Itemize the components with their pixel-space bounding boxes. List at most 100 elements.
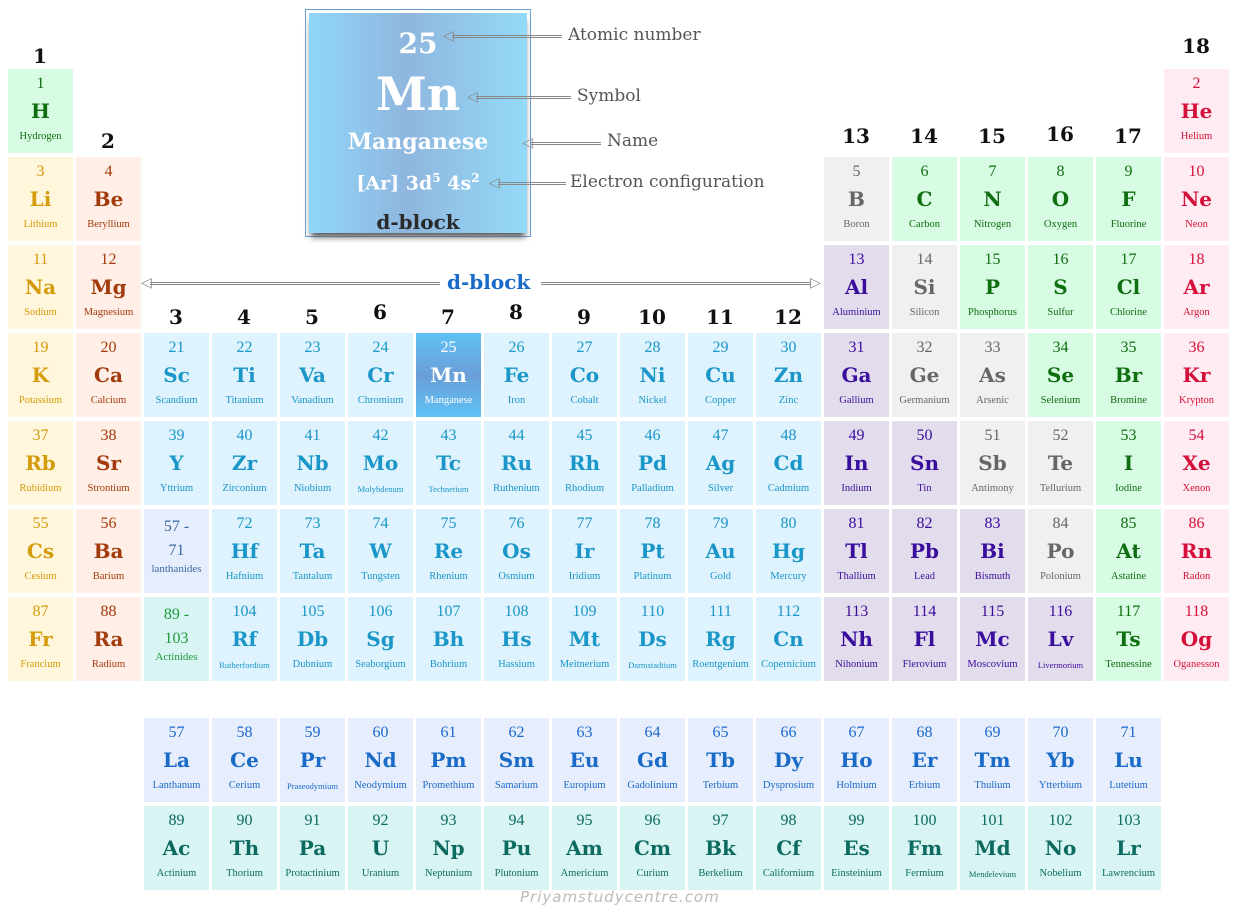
element-cell-rn[interactable]: 86 Rn Radon: [1164, 509, 1229, 593]
element-cell-og[interactable]: 118 Og Oganesson: [1164, 597, 1229, 681]
element-cell-p[interactable]: 15 P Phosphorus: [960, 245, 1025, 329]
element-cell-rg[interactable]: 111 Rg Roentgenium: [688, 597, 753, 681]
element-cell-br[interactable]: 35 Br Bromine: [1096, 333, 1161, 417]
element-cell-li[interactable]: 3 Li Lithium: [8, 157, 73, 241]
element-cell-ta[interactable]: 73 Ta Tantalum: [280, 509, 345, 593]
element-cell-o[interactable]: 8 O Oxygen: [1028, 157, 1093, 241]
element-cell-sr[interactable]: 38 Sr Strontium: [76, 421, 141, 505]
element-cell-cu[interactable]: 29 Cu Copper: [688, 333, 753, 417]
element-cell-er[interactable]: 68 Er Erbium: [892, 718, 957, 802]
element-cell-sc[interactable]: 21 Sc Scandium: [144, 333, 209, 417]
element-cell-i[interactable]: 53 I Iodine: [1096, 421, 1161, 505]
element-cell-n[interactable]: 7 N Nitrogen: [960, 157, 1025, 241]
element-cell-ra[interactable]: 88 Ra Radium: [76, 597, 141, 681]
element-cell-ba[interactable]: 56 Ba Barium: [76, 509, 141, 593]
element-cell-ac[interactable]: 89 Ac Actinium: [144, 806, 209, 890]
element-cell-gd[interactable]: 64 Gd Gadolinium: [620, 718, 685, 802]
element-cell-ar[interactable]: 18 Ar Argon: [1164, 245, 1229, 329]
element-cell-ti[interactable]: 22 Ti Titanium: [212, 333, 277, 417]
element-cell-po[interactable]: 84 Po Polonium: [1028, 509, 1093, 593]
element-cell-ni[interactable]: 28 Ni Nickel: [620, 333, 685, 417]
element-cell-re[interactable]: 75 Re Rhenium: [416, 509, 481, 593]
element-cell-rf[interactable]: 104 Rf Rutherfordium: [212, 597, 277, 681]
element-cell-sb[interactable]: 51 Sb Antimony: [960, 421, 1025, 505]
element-cell-mg[interactable]: 12 Mg Magnesium: [76, 245, 141, 329]
element-cell-md[interactable]: 101 Md Mendelevium: [960, 806, 1025, 890]
element-cell-lv[interactable]: 116 Lv Livermorium: [1028, 597, 1093, 681]
element-cell-hf[interactable]: 72 Hf Hafnium: [212, 509, 277, 593]
element-cell-au[interactable]: 79 Au Gold: [688, 509, 753, 593]
element-cell-b[interactable]: 5 B Boron: [824, 157, 889, 241]
element-cell-pt[interactable]: 78 Pt Platinum: [620, 509, 685, 593]
element-cell-fr[interactable]: 87 Fr Francium: [8, 597, 73, 681]
element-cell-lu[interactable]: 71 Lu Lutetium: [1096, 718, 1161, 802]
element-cell-th[interactable]: 90 Th Thorium: [212, 806, 277, 890]
element-cell-se[interactable]: 34 Se Selenium: [1028, 333, 1093, 417]
element-cell-os[interactable]: 76 Os Osmium: [484, 509, 549, 593]
element-cell-pb[interactable]: 82 Pb Lead: [892, 509, 957, 593]
element-cell-mt[interactable]: 109 Mt Meitnerium: [552, 597, 617, 681]
element-cell-nh[interactable]: 113 Nh Nihonium: [824, 597, 889, 681]
element-cell-te[interactable]: 52 Te Tellurium: [1028, 421, 1093, 505]
element-cell-w[interactable]: 74 W Tungsten: [348, 509, 413, 593]
element-cell-ir[interactable]: 77 Ir Iridium: [552, 509, 617, 593]
element-cell-ag[interactable]: 47 Ag Silver: [688, 421, 753, 505]
element-cell-yb[interactable]: 70 Yb Ytterbium: [1028, 718, 1093, 802]
element-cell-cs[interactable]: 55 Cs Cesium: [8, 509, 73, 593]
element-cell-rh[interactable]: 45 Rh Rhodium: [552, 421, 617, 505]
element-cell-fm[interactable]: 100 Fm Fermium: [892, 806, 957, 890]
element-cell-cd[interactable]: 48 Cd Cadmium: [756, 421, 821, 505]
element-cell-bk[interactable]: 97 Bk Berkelium: [688, 806, 753, 890]
element-cell-sm[interactable]: 62 Sm Samarium: [484, 718, 549, 802]
element-cell-ds[interactable]: 110 Ds Darmstadtium: [620, 597, 685, 681]
element-cell-no[interactable]: 102 No Nobelium: [1028, 806, 1093, 890]
element-cell-ge[interactable]: 32 Ge Germanium: [892, 333, 957, 417]
element-cell-nb[interactable]: 41 Nb Niobium: [280, 421, 345, 505]
element-cell-al[interactable]: 13 Al Aluminium: [824, 245, 889, 329]
element-cell-dy[interactable]: 66 Dy Dysprosium: [756, 718, 821, 802]
element-cell-be[interactable]: 4 Be Beryllium: [76, 157, 141, 241]
element-cell-tc[interactable]: 43 Tc Technetium: [416, 421, 481, 505]
element-cell-si[interactable]: 14 Si Silicon: [892, 245, 957, 329]
element-cell-mo[interactable]: 42 Mo Molybdenum: [348, 421, 413, 505]
element-cell-cl[interactable]: 17 Cl Chlorine: [1096, 245, 1161, 329]
element-cell-na[interactable]: 11 Na Sodium: [8, 245, 73, 329]
element-cell-xe[interactable]: 54 Xe Xenon: [1164, 421, 1229, 505]
element-cell-k[interactable]: 19 K Potassium: [8, 333, 73, 417]
element-cell-cn[interactable]: 112 Cn Copernicium: [756, 597, 821, 681]
element-cell-co[interactable]: 27 Co Cobalt: [552, 333, 617, 417]
element-cell-in[interactable]: 49 In Indium: [824, 421, 889, 505]
element-cell-sn[interactable]: 50 Sn Tin: [892, 421, 957, 505]
element-cell-bh[interactable]: 107 Bh Bohrium: [416, 597, 481, 681]
element-cell-pd[interactable]: 46 Pd Palladium: [620, 421, 685, 505]
element-cell-ne[interactable]: 10 Ne Neon: [1164, 157, 1229, 241]
element-cell-bi[interactable]: 83 Bi Bismuth: [960, 509, 1025, 593]
series-reference-lanthanides[interactable]: 57 - 71 lanthanides: [144, 509, 209, 593]
element-cell-ru[interactable]: 44 Ru Ruthenium: [484, 421, 549, 505]
element-cell-hg[interactable]: 80 Hg Mercury: [756, 509, 821, 593]
element-cell-db[interactable]: 105 Db Dubnium: [280, 597, 345, 681]
element-cell-eu[interactable]: 63 Eu Europium: [552, 718, 617, 802]
element-cell-ce[interactable]: 58 Ce Cerium: [212, 718, 277, 802]
element-cell-fl[interactable]: 114 Fl Flerovium: [892, 597, 957, 681]
element-cell-u[interactable]: 92 U Uranium: [348, 806, 413, 890]
element-cell-lr[interactable]: 103 Lr Lawrencium: [1096, 806, 1161, 890]
element-cell-pu[interactable]: 94 Pu Plutonium: [484, 806, 549, 890]
element-cell-zn[interactable]: 30 Zn Zinc: [756, 333, 821, 417]
element-cell-f[interactable]: 9 F Fluorine: [1096, 157, 1161, 241]
element-cell-va[interactable]: 23 Va Vanadium: [280, 333, 345, 417]
element-cell-ho[interactable]: 67 Ho Holmium: [824, 718, 889, 802]
element-cell-cm[interactable]: 96 Cm Curium: [620, 806, 685, 890]
element-cell-pr[interactable]: 59 Pr Praseodymium: [280, 718, 345, 802]
element-cell-tl[interactable]: 81 Tl Thallium: [824, 509, 889, 593]
element-cell-ga[interactable]: 31 Ga Gallium: [824, 333, 889, 417]
element-cell-s[interactable]: 16 S Sulfur: [1028, 245, 1093, 329]
element-cell-tm[interactable]: 69 Tm Thulium: [960, 718, 1025, 802]
series-reference-actinides[interactable]: 89 - 103 Actinides: [144, 597, 209, 681]
element-cell-fe[interactable]: 26 Fe Iron: [484, 333, 549, 417]
element-cell-pa[interactable]: 91 Pa Protactinium: [280, 806, 345, 890]
element-cell-es[interactable]: 99 Es Einsteinium: [824, 806, 889, 890]
element-cell-zr[interactable]: 40 Zr Zirconium: [212, 421, 277, 505]
element-cell-y[interactable]: 39 Y Yttrium: [144, 421, 209, 505]
element-cell-cf[interactable]: 98 Cf Californium: [756, 806, 821, 890]
